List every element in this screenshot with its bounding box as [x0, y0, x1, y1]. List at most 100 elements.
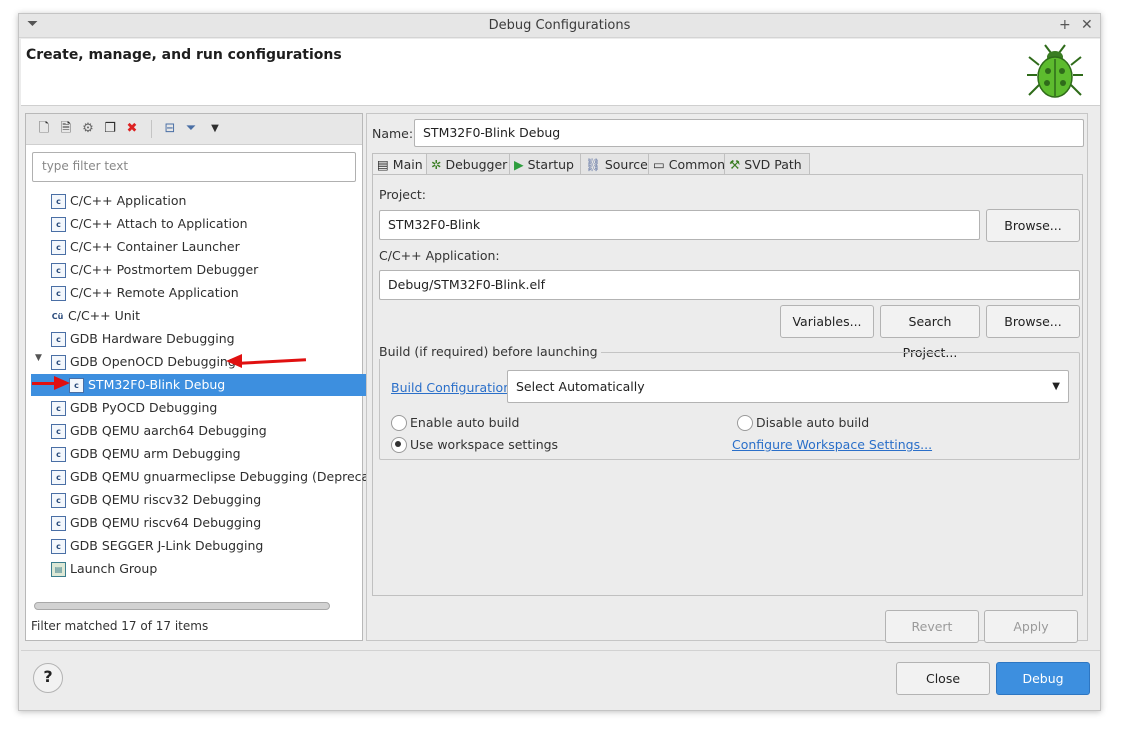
search-project-button[interactable]: Search Project... — [880, 305, 980, 360]
collapse-all-icon[interactable]: ⊟ — [162, 121, 178, 137]
tab-label: SVD Path — [744, 157, 802, 172]
help-button[interactable]: ? — [33, 663, 63, 693]
source-tab-icon: ⛓ — [585, 157, 605, 172]
tree-item-label: C/C++ Unit — [68, 308, 141, 323]
build-group: Build (if required) before launching Bui… — [379, 344, 1080, 460]
duplicate-icon[interactable]: ❐ — [102, 121, 118, 137]
tree-item-gdb-qemu-gnuarmeclipse[interactable]: c GDB QEMU gnuarmeclipse Debugging (Depre… — [51, 466, 390, 488]
svd-path-tab-icon: ⚒ — [729, 157, 745, 172]
common-tab-icon: ▭ — [653, 157, 669, 172]
delete-icon[interactable]: ✖ — [124, 121, 140, 137]
tree-item-gdb-pyocd[interactable]: c GDB PyOCD Debugging — [51, 397, 217, 419]
debugger-tab-icon: ✲ — [431, 157, 446, 172]
project-label: Project: — [379, 187, 426, 202]
tree-item-launch-group[interactable]: ▤ Launch Group — [51, 558, 157, 580]
tree-item-gdb-qemu-riscv64[interactable]: c GDB QEMU riscv64 Debugging — [51, 512, 261, 534]
debug-button[interactable]: Debug — [996, 662, 1090, 695]
tab-label: Main — [392, 157, 423, 172]
new-config-icon[interactable]: 🗋 — [36, 121, 52, 137]
c-config-icon: c — [51, 240, 66, 255]
c-config-icon: c — [51, 332, 66, 347]
tab-label: Source — [604, 157, 648, 172]
revert-button[interactable]: Revert — [885, 610, 979, 643]
dialog-header: Create, manage, and run configurations — [21, 39, 1100, 106]
tree-item-label: GDB QEMU riscv32 Debugging — [70, 492, 262, 507]
startup-tab-icon: ▶ — [514, 157, 528, 172]
tab-source[interactable]: ⛓ Source — [580, 153, 654, 176]
tree-item-label: GDB QEMU riscv64 Debugging — [70, 515, 262, 530]
configuration-editor: Name: STM32F0-Blink Debug ▤ Main ✲ Debug… — [366, 113, 1088, 643]
title-bar: ⏷ Debug Configurations + ✕ — [19, 14, 1100, 38]
tree-item-gdb-openocd[interactable]: c GDB OpenOCD Debugging — [51, 351, 236, 373]
expand-toggle-icon[interactable]: ▼ — [35, 353, 42, 363]
tab-debugger[interactable]: ✲ Debugger — [426, 153, 515, 176]
tree-item-c-cpp-postmortem[interactable]: c C/C++ Postmortem Debugger — [51, 259, 258, 281]
maximize-icon[interactable]: + — [1059, 17, 1071, 33]
annotation-arrowhead — [226, 354, 242, 368]
c-config-icon: c — [51, 355, 66, 370]
c-unit-icon: Cü — [51, 312, 64, 321]
configure-workspace-link[interactable]: Configure Workspace Settings... — [732, 437, 932, 452]
enable-auto-build-label: Enable auto build — [410, 415, 520, 430]
new-prototype-icon[interactable]: 🗎 — [58, 121, 74, 137]
tab-svd-path[interactable]: ⚒ SVD Path — [724, 153, 810, 176]
horizontal-scrollbar[interactable] — [34, 602, 330, 610]
apply-button[interactable]: Apply — [984, 610, 1078, 643]
tree-item-label: GDB OpenOCD Debugging — [70, 354, 236, 369]
tree-item-gdb-qemu-aarch64[interactable]: c GDB QEMU aarch64 Debugging — [51, 420, 267, 442]
application-input[interactable]: Debug/STM32F0-Blink.elf — [379, 270, 1080, 300]
project-browse-button[interactable]: Browse... — [986, 209, 1080, 242]
filter-input[interactable]: type filter text — [32, 152, 356, 182]
tree-item-c-cpp-container[interactable]: c C/C++ Container Launcher — [51, 236, 240, 258]
tree-item-c-cpp-unit[interactable]: Cü C/C++ Unit — [51, 305, 140, 327]
configuration-tree-pane: 🗋 🗎 ⚙ ❐ ✖ ⊟ ⏷ ▼ type filter text c C/C++ … — [25, 113, 394, 641]
c-config-icon: c — [51, 286, 66, 301]
dialog-window: ⏷ Debug Configurations + ✕ Create, manag… — [18, 13, 1101, 711]
header-title: Create, manage, and run configurations — [26, 47, 342, 63]
use-workspace-label: Use workspace settings — [410, 437, 559, 452]
disable-auto-build-label: Disable auto build — [756, 415, 870, 430]
tab-label: Common — [668, 157, 726, 172]
application-browse-button[interactable]: Browse... — [986, 305, 1080, 338]
tree-item-label: GDB QEMU aarch64 Debugging — [70, 423, 267, 438]
tree-item-c-cpp-application[interactable]: c C/C++ Application — [51, 190, 186, 212]
tree-item-gdb-segger-jlink[interactable]: c GDB SEGGER J-Link Debugging — [51, 535, 263, 557]
enable-auto-build-radio[interactable] — [391, 415, 407, 431]
build-configuration-select[interactable]: Select Automatically ▼ — [507, 370, 1069, 403]
tree-item-stm32f0-blink-debug[interactable]: c STM32F0-Blink Debug — [31, 374, 394, 396]
tree-item-gdb-qemu-arm[interactable]: c GDB QEMU arm Debugging — [51, 443, 241, 465]
build-configuration-link[interactable]: Build Configuration: — [391, 380, 515, 395]
c-config-icon: c — [51, 424, 66, 439]
c-config-icon: c — [69, 378, 84, 393]
name-label: Name: — [372, 126, 414, 141]
close-button[interactable]: Close — [896, 662, 990, 695]
c-config-icon: c — [51, 493, 66, 508]
tree-item-label: GDB PyOCD Debugging — [70, 400, 218, 415]
tree-item-label: C/C++ Postmortem Debugger — [70, 262, 259, 277]
variables-button[interactable]: Variables... — [780, 305, 874, 338]
tree-item-label: C/C++ Application — [70, 193, 187, 208]
window-title: Debug Configurations — [488, 18, 631, 33]
export-icon[interactable]: ⚙ — [80, 121, 96, 137]
tree-item-gdb-qemu-riscv32[interactable]: c GDB QEMU riscv32 Debugging — [51, 489, 261, 511]
tree-item-c-cpp-remote[interactable]: c C/C++ Remote Application — [51, 282, 239, 304]
use-workspace-radio[interactable] — [391, 437, 407, 453]
tree-item-label: STM32F0-Blink Debug — [88, 377, 226, 392]
tree-item-c-cpp-attach[interactable]: c C/C++ Attach to Application — [51, 213, 248, 235]
tree-toolbar: 🗋 🗎 ⚙ ❐ ✖ ⊟ ⏷ ▼ — [26, 114, 362, 145]
c-config-icon: c — [51, 263, 66, 278]
select-value: Select Automatically — [516, 379, 645, 394]
tree-item-label: C/C++ Attach to Application — [70, 216, 248, 231]
tab-startup[interactable]: ▶ Startup — [509, 153, 586, 176]
tab-common[interactable]: ▭ Common — [648, 153, 730, 176]
tree-item-label: GDB SEGGER J-Link Debugging — [70, 538, 264, 553]
filter-icon[interactable]: ⏷ — [183, 121, 199, 137]
c-config-icon: c — [51, 401, 66, 416]
tree-item-gdb-hardware[interactable]: c GDB Hardware Debugging — [51, 328, 235, 350]
disable-auto-build-radio[interactable] — [737, 415, 753, 431]
close-icon[interactable]: ✕ — [1081, 17, 1093, 33]
view-menu-icon[interactable]: ▼ — [207, 121, 223, 137]
name-input[interactable]: STM32F0-Blink Debug — [414, 119, 1084, 147]
toolbar-separator — [151, 120, 152, 138]
project-input[interactable]: STM32F0-Blink — [379, 210, 980, 240]
